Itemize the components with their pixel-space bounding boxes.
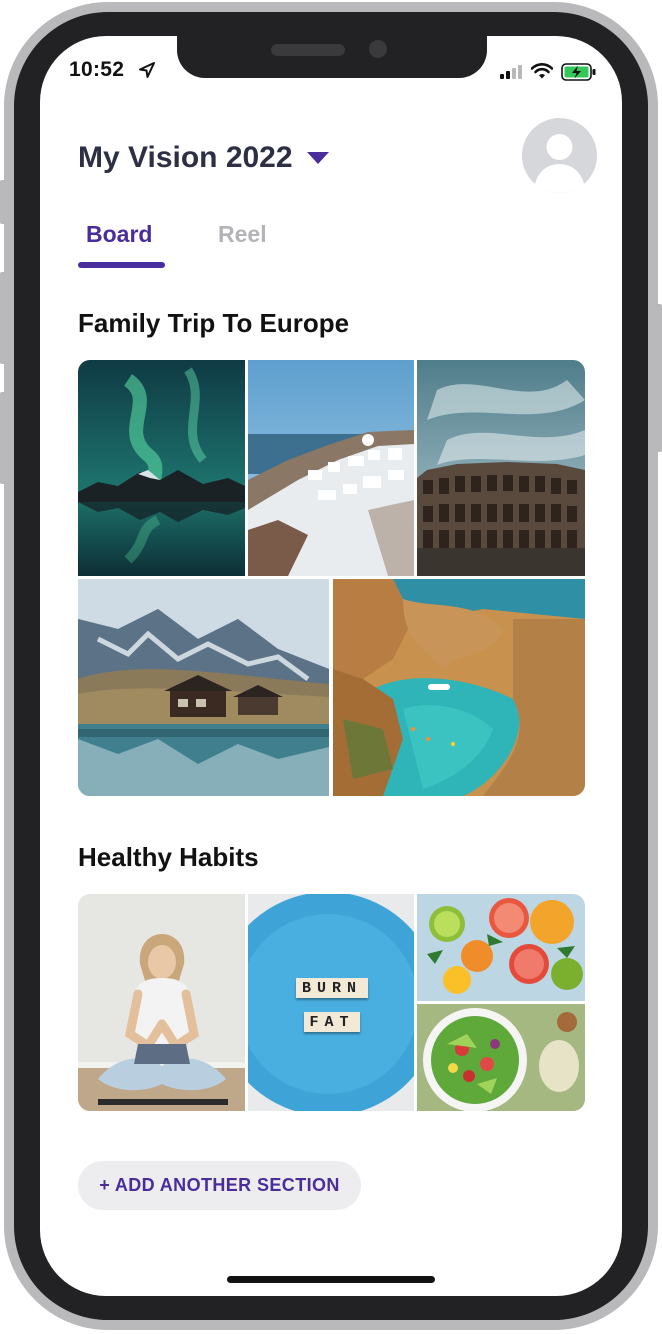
word-fat: FAT [309,1013,355,1031]
photo-coastal-cove[interactable] [333,579,585,796]
screen: 10:52 My Vision 2022 Board Reel Family T… [40,36,622,1296]
section-title-healthy-habits: Healthy Habits [78,842,259,872]
word-burn: BURN [301,979,362,997]
photo-alpine-lake-chalet[interactable] [78,579,329,796]
tab-reel[interactable]: Reel [218,221,267,248]
photo-salad-bowl[interactable] [417,1004,585,1111]
letter-tiles-fat: FAT [304,1012,360,1032]
battery-charging-icon [561,63,596,81]
volume-down-button [0,392,6,484]
photo-citrus-fruits[interactable] [417,894,585,1001]
photo-colosseum[interactable] [417,360,585,576]
photo-burn-fat-plate[interactable]: BURN FAT [248,894,414,1111]
letter-tiles-burn: BURN [296,978,368,998]
tab-board[interactable]: Board [86,221,152,248]
wifi-icon [531,63,553,79]
active-tab-indicator [78,262,165,268]
mute-switch [0,180,6,224]
user-icon [534,134,585,193]
notch [177,36,487,78]
home-indicator[interactable] [227,1276,435,1283]
photo-northern-lights[interactable] [78,360,245,576]
caret-down-icon [306,152,329,164]
power-button [656,304,662,452]
tab-bar: Board Reel [78,218,378,268]
avatar[interactable] [522,118,597,193]
volume-up-button [0,272,6,364]
status-time: 10:52 [69,58,125,81]
section-title-family-trip: Family Trip To Europe [78,308,350,338]
speaker-grille [271,44,345,56]
location-arrow-icon [139,62,155,78]
cellular-signal-icon [500,65,522,79]
add-section-button[interactable]: + ADD ANOTHER SECTION [78,1161,361,1210]
photo-santorini[interactable] [248,360,414,576]
board-selector[interactable]: My Vision 2022 [78,138,329,178]
gallery-healthy-habits[interactable]: BURN FAT [78,894,585,1111]
gallery-family-trip[interactable] [78,360,585,796]
front-camera [369,40,387,58]
photo-yoga[interactable] [78,894,245,1111]
page-title: My Vision 2022 [78,141,293,174]
